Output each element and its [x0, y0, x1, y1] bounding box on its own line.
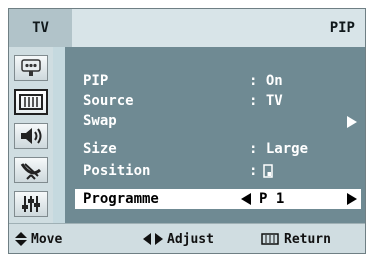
menu-row-label: Swap [83, 113, 117, 129]
tv-tab: TV [9, 9, 72, 47]
menu-row-size[interactable]: Size : Large [83, 139, 357, 159]
up-down-arrows-icon [15, 232, 27, 246]
menu-row-label: Size [83, 141, 117, 157]
menu-row-label: PIP [83, 73, 109, 89]
menu-row-swap[interactable]: Swap [83, 111, 357, 131]
left-right-arrows-icon [143, 233, 163, 245]
menu-row-pip[interactable]: PIP : On [83, 71, 357, 91]
menu-row-value: : TV [249, 93, 283, 109]
position-corner-icon [263, 164, 274, 178]
channel-icon[interactable] [14, 157, 48, 183]
move-hint: Move [15, 224, 62, 254]
menu-row-label: Source [83, 93, 134, 109]
menu-row-label: Position [83, 163, 151, 179]
adjust-hint: Adjust [143, 224, 214, 254]
return-hint: Return [261, 224, 331, 254]
menu-sidebar [9, 47, 53, 223]
menu-row-label: Programme [83, 191, 159, 207]
menu-row-value: P 1 [259, 191, 285, 207]
arrow-left-icon[interactable] [241, 193, 251, 205]
help-bar: Move Adjust Return [9, 223, 365, 253]
submenu-arrow-icon [347, 116, 357, 128]
menu-row-source[interactable]: Source : TV [83, 91, 357, 111]
menu-row-value: : Large [249, 141, 309, 157]
menu-row-position[interactable]: Position : [83, 161, 357, 181]
menu-list: PIP : On Source : TV Swap Size : Large P… [65, 47, 365, 223]
menu-title: PIP [329, 20, 355, 36]
setup-icon[interactable] [14, 191, 48, 217]
pip-menu-window: TV PIP PIP : On Source : TV Swap Size: … [8, 8, 366, 254]
input-icon[interactable] [14, 55, 48, 81]
sound-icon[interactable] [14, 123, 48, 149]
menu-row-value: : On [249, 73, 283, 89]
menu-row-value: : [249, 163, 258, 179]
menu-header: TV PIP [9, 9, 365, 47]
arrow-right-icon[interactable] [347, 193, 357, 205]
picture-icon[interactable] [14, 89, 48, 115]
return-menu-icon [261, 233, 279, 245]
menu-row-programme[interactable]: Programme P 1 [75, 189, 361, 209]
